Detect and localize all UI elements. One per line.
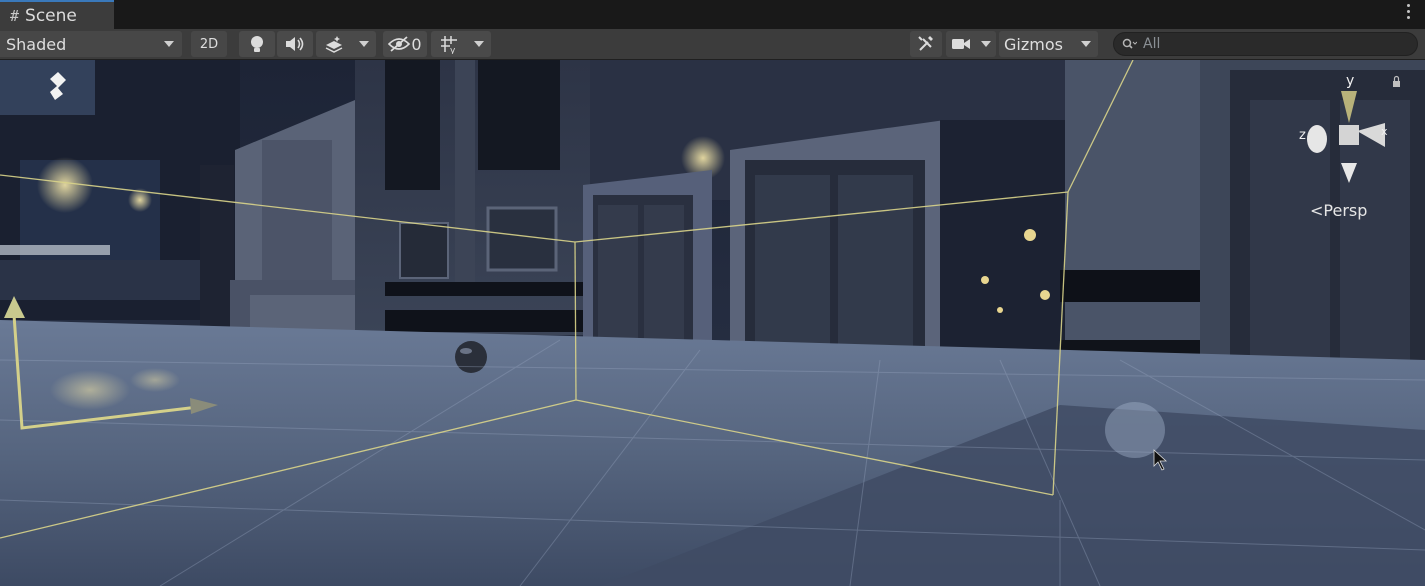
eye-hidden-icon: [388, 36, 411, 52]
more-options-icon[interactable]: [1407, 4, 1411, 22]
chevron-down-icon: [981, 41, 991, 47]
speaker-icon: [286, 37, 304, 51]
search-icon: [1122, 38, 1137, 49]
tools-button[interactable]: [910, 31, 942, 57]
search-input[interactable]: [1141, 35, 1405, 53]
effects-toggle-button[interactable]: [316, 31, 376, 57]
scene-search-field[interactable]: [1113, 32, 1418, 56]
axis-y-label: y: [1346, 73, 1354, 89]
toggle-2d-label: 2D: [199, 36, 219, 52]
axis-z-label: z: [1299, 128, 1306, 143]
toggle-2d-button[interactable]: 2D: [191, 31, 227, 57]
effects-layers-icon: [325, 36, 342, 53]
chevron-down-icon: [358, 41, 369, 47]
lock-icon[interactable]: [1393, 81, 1400, 87]
chevron-down-icon: [1081, 41, 1091, 47]
hidden-objects-count: 0: [411, 34, 422, 54]
chevron-down-icon: [164, 41, 174, 47]
grid-hash-icon: #: [10, 6, 20, 25]
grid-y-icon: y: [440, 36, 457, 54]
chevron-down-icon: [473, 41, 484, 47]
window-tab-bar: # Scene: [0, 0, 1425, 30]
light-bulb-icon: [251, 36, 263, 52]
draw-mode-value: Shaded: [6, 34, 67, 54]
gizmos-dropdown[interactable]: Gizmos: [999, 31, 1098, 57]
draw-mode-dropdown[interactable]: Shaded: [0, 31, 182, 57]
scene-render: [0, 60, 1425, 586]
scene-viewport[interactable]: y z x <Persp: [0, 60, 1425, 586]
grid-snap-button[interactable]: y: [431, 31, 491, 57]
tab-scene[interactable]: # Scene: [0, 0, 114, 29]
gizmos-label: Gizmos: [1004, 34, 1063, 54]
tab-scene-label: Scene: [25, 5, 77, 26]
tools-wrench-icon: [918, 36, 933, 51]
lighting-toggle-button[interactable]: [239, 31, 275, 57]
orientation-gizmo[interactable]: y z x: [1295, 73, 1405, 198]
audio-toggle-button[interactable]: [277, 31, 313, 57]
scene-visibility-button[interactable]: 0: [383, 31, 427, 57]
video-camera-icon: [952, 39, 970, 49]
chevron-left-icon: <: [1310, 201, 1324, 220]
axis-x-label: x: [1381, 125, 1388, 138]
camera-settings-button[interactable]: [946, 31, 996, 57]
svg-text:y: y: [450, 46, 456, 54]
projection-toggle[interactable]: <Persp: [1310, 201, 1367, 220]
projection-label: Persp: [1323, 201, 1368, 220]
